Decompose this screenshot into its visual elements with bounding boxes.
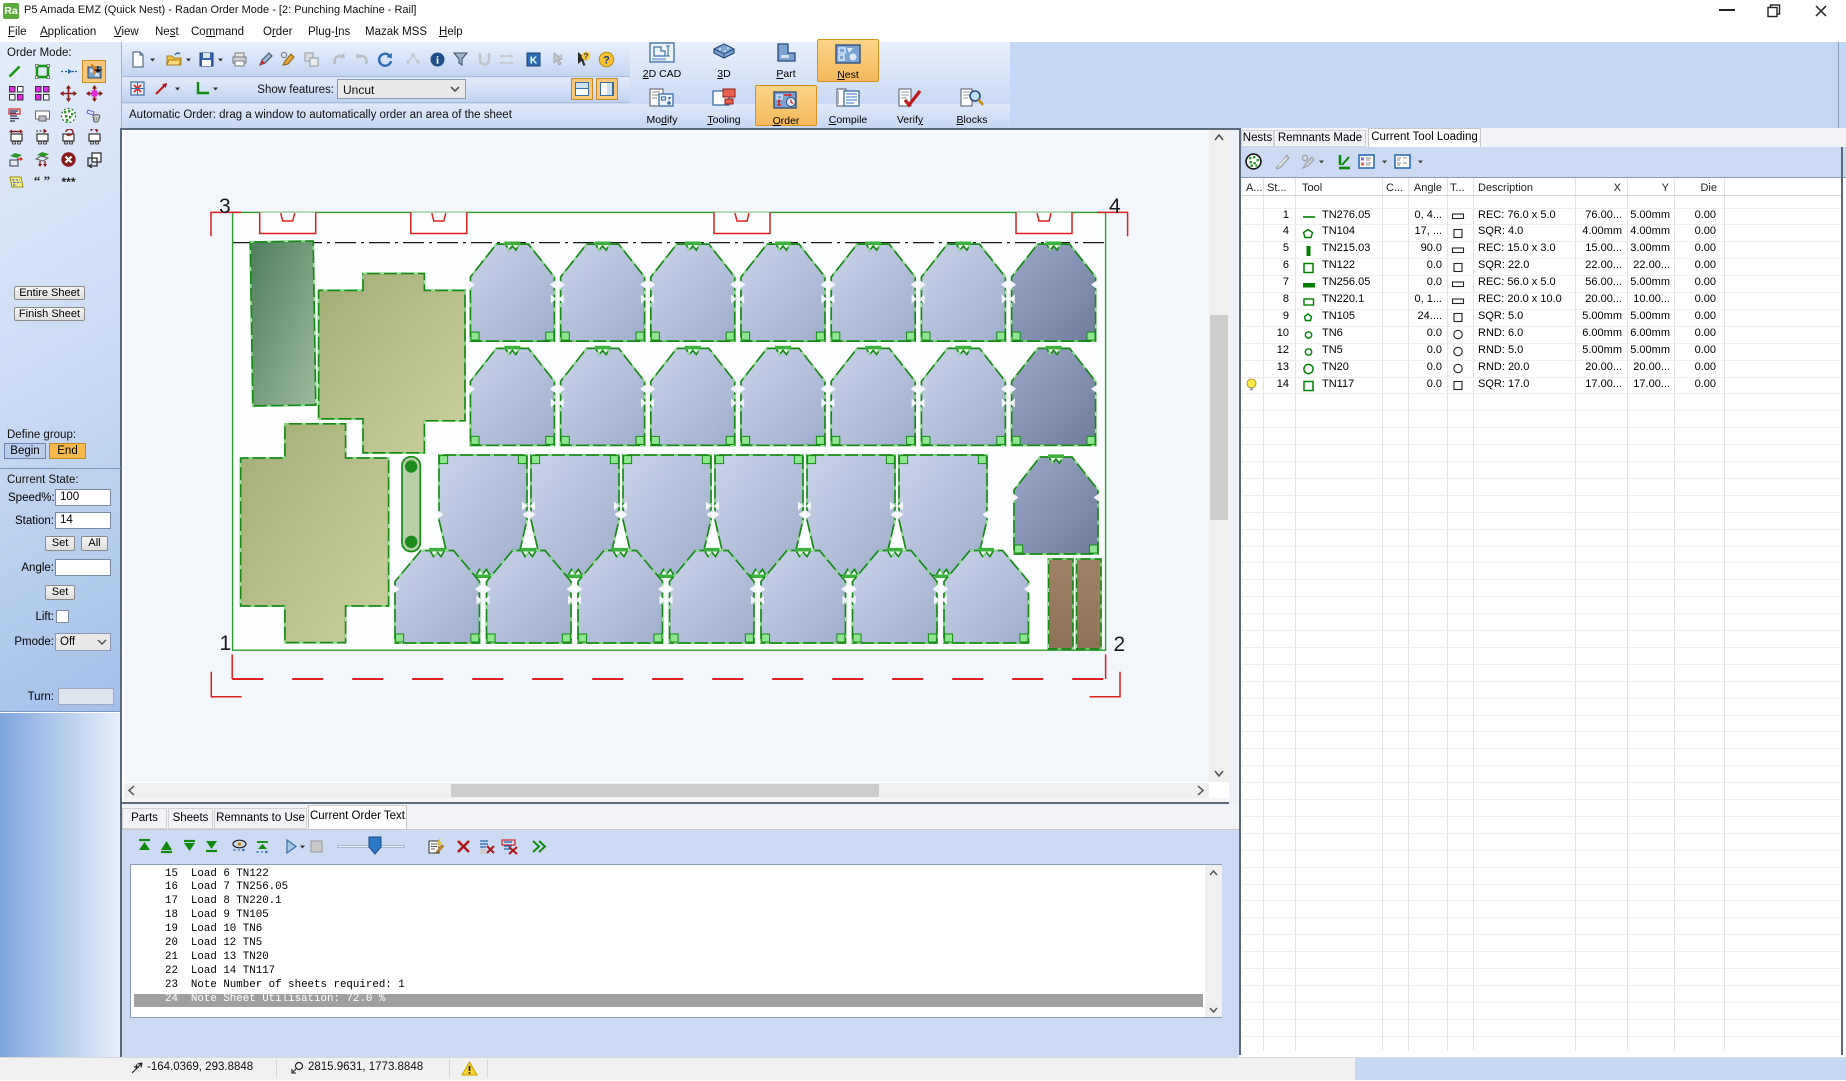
svg-text:?: ? bbox=[603, 55, 610, 67]
svg-text:K: K bbox=[530, 56, 538, 67]
svg-text:?: ? bbox=[584, 52, 589, 61]
svg-text:2: 2 bbox=[1114, 633, 1126, 656]
svg-text:i: i bbox=[436, 55, 439, 67]
svg-text:“ ”: “ ” bbox=[34, 173, 50, 188]
svg-text:3: 3 bbox=[219, 195, 231, 218]
svg-text:***: *** bbox=[61, 175, 75, 189]
svg-text:4: 4 bbox=[1109, 195, 1121, 218]
svg-text:1: 1 bbox=[220, 632, 232, 655]
